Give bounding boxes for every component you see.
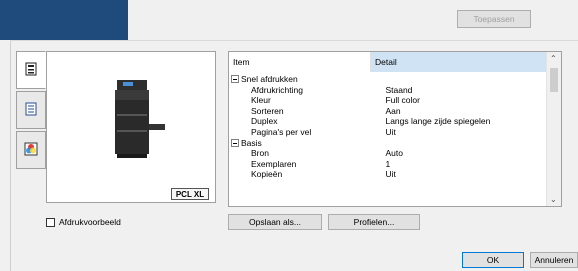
tab-color[interactable]	[16, 131, 46, 169]
profiles-button[interactable]: Profielen...	[328, 214, 420, 230]
scroll-thumb[interactable]	[550, 68, 558, 92]
table-rows: Snel afdrukken Afdrukrichting Staand Kleu…	[229, 74, 549, 180]
printer-image	[105, 74, 169, 164]
row-detail: Langs lange zijde spiegelen	[385, 116, 491, 127]
save-as-button[interactable]: Opslaan als...	[228, 214, 322, 230]
brand-block	[0, 0, 128, 40]
row-item: Duplex	[251, 116, 278, 127]
row-item: Basis	[241, 137, 262, 148]
row-item: Sorteren	[251, 105, 284, 116]
top-bar: Toepassen	[0, 0, 578, 40]
row-item: Pagina's per vel	[251, 126, 312, 137]
table-row[interactable]: Bron Auto	[229, 148, 549, 159]
print-preview-label: Afdrukvoorbeeld	[59, 217, 121, 227]
table-row[interactable]: Exemplaren 1	[229, 159, 549, 170]
document-icon	[25, 102, 37, 118]
collapse-icon[interactable]	[231, 138, 239, 147]
tab-document[interactable]	[16, 91, 46, 129]
row-detail: 1	[385, 158, 391, 169]
row-detail: Uit	[385, 126, 396, 137]
row-detail	[376, 74, 549, 85]
settings-tabs	[16, 51, 46, 171]
row-detail	[376, 138, 549, 149]
row-item: Exemplaren	[251, 158, 297, 169]
table-row[interactable]: Afdrukrichting Staand	[229, 85, 549, 96]
table-row[interactable]: Duplex Langs lange zijde spiegelen	[229, 116, 549, 127]
table-row[interactable]: Sorteren Aan	[229, 106, 549, 117]
left-divider	[10, 41, 11, 271]
print-preview-option[interactable]: Afdrukvoorbeeld	[46, 217, 121, 227]
table-row[interactable]: Snel afdrukken	[229, 74, 549, 85]
row-detail: Full color	[385, 95, 420, 106]
ok-button[interactable]: OK	[462, 252, 524, 268]
table-row[interactable]: Pagina's per vel Uit	[229, 127, 549, 138]
print-preview-checkbox[interactable]	[46, 217, 55, 227]
row-item: Kleur	[251, 95, 271, 106]
cancel-button[interactable]: Annuleren	[530, 252, 578, 268]
row-item: Snel afdrukken	[241, 74, 298, 84]
row-detail: Staand	[385, 84, 413, 95]
table-header: Item Detail	[229, 52, 549, 72]
row-detail: Auto	[385, 148, 403, 159]
column-header-detail[interactable]: Detail	[371, 52, 549, 72]
print-preview-panel: PCL XL	[46, 51, 216, 203]
tab-printer-settings[interactable]	[16, 51, 46, 89]
table-row[interactable]: Kopieën Uit	[229, 169, 549, 180]
scroll-up-icon[interactable]: ⌃	[550, 54, 557, 63]
divider	[10, 40, 578, 41]
color-icon	[24, 142, 38, 158]
printer-settings-icon	[25, 62, 37, 78]
row-item: Bron	[251, 148, 269, 159]
column-header-item[interactable]: Item	[229, 52, 371, 72]
row-detail: Aan	[385, 105, 401, 116]
apply-button[interactable]: Toepassen	[457, 10, 531, 28]
table-row[interactable]: Kleur Full color	[229, 95, 549, 106]
vertical-scrollbar[interactable]: ⌃ ⌄	[546, 52, 561, 206]
row-detail: Uit	[385, 169, 396, 180]
collapse-icon[interactable]	[231, 75, 239, 83]
row-item: Kopieën	[251, 169, 283, 180]
row-item: Afdrukrichting	[251, 84, 303, 95]
table-row[interactable]: Basis	[229, 138, 549, 149]
pdl-badge: PCL XL	[171, 188, 209, 200]
scroll-down-icon[interactable]: ⌄	[550, 195, 557, 204]
settings-table: Item Detail Snel afdrukken Afdrukrichtin…	[228, 51, 562, 207]
